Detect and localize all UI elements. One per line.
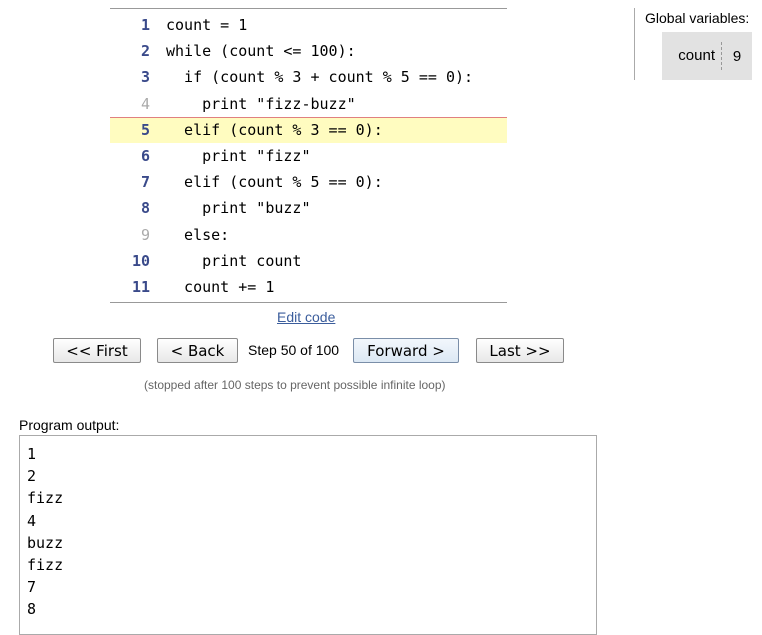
edit-code-link[interactable]: Edit code (277, 309, 335, 325)
code-line: 8 print "buzz" (110, 195, 507, 221)
globals-title: Global variables: (645, 10, 750, 26)
line-code: print count (166, 251, 302, 270)
forward-button[interactable]: Forward > (353, 338, 459, 363)
globals-panel: Global variables: count 9 (634, 8, 757, 80)
code-line: 4 print "fizz-buzz" (110, 91, 507, 117)
code-line: 2 while (count <= 100): (110, 38, 507, 64)
output-line: 2 (27, 467, 37, 486)
code-line: 6 print "fizz" (110, 143, 507, 169)
line-code: else: (166, 225, 230, 244)
code-line: 9 else: (110, 222, 507, 248)
code-line: 1 count = 1 (110, 12, 507, 38)
line-number: 2 (140, 42, 150, 61)
output-line: fizz (27, 489, 64, 508)
code-line: 3 if (count % 3 + count % 5 == 0): (110, 64, 507, 90)
line-number: 3 (140, 68, 150, 87)
code-line: 11 count += 1 (110, 274, 507, 300)
variable-entry: count 9 (662, 32, 752, 80)
line-number: 5 (140, 121, 150, 140)
line-code: count = 1 (166, 16, 248, 35)
current-code-line: 5 elif (count % 3 == 0): (110, 116, 507, 143)
line-code: elif (count % 3 == 0): (166, 121, 383, 140)
line-number: 4 (140, 94, 150, 113)
output-line: 8 (27, 600, 37, 619)
line-code: print "fizz" (166, 147, 311, 166)
line-number: 1 (140, 16, 150, 35)
output-line: 1 (27, 445, 37, 463)
line-number: 8 (140, 199, 150, 218)
line-number: 6 (140, 147, 150, 166)
program-output[interactable]: 1 2 fizz 4 buzz fizz 7 8 (19, 435, 597, 635)
line-code: while (count <= 100): (166, 42, 356, 61)
line-number: 9 (140, 225, 150, 244)
line-code: elif (count % 5 == 0): (166, 173, 383, 192)
line-number: 7 (140, 173, 150, 192)
back-button[interactable]: < Back (157, 338, 238, 363)
code-line: 7 elif (count % 5 == 0): (110, 169, 507, 195)
output-line: buzz (27, 533, 64, 552)
output-line: fizz (27, 555, 64, 574)
line-code: if (count % 3 + count % 5 == 0): (166, 68, 474, 87)
line-code: print "buzz" (166, 199, 311, 218)
last-button[interactable]: Last >> (476, 338, 564, 363)
code-line: 10 print count (110, 248, 507, 274)
variable-value: 9 (732, 47, 742, 65)
line-number: 10 (131, 251, 150, 270)
step-counter: Step 50 of 100 (248, 342, 340, 358)
line-number: 11 (131, 277, 150, 296)
output-label: Program output: (19, 417, 120, 433)
output-line: 4 (27, 511, 37, 530)
first-button[interactable]: << First (53, 338, 141, 363)
output-line: 7 (27, 578, 37, 597)
line-code: count += 1 (166, 277, 275, 296)
code-panel: 1 count = 1 2 while (count <= 100): 3 if (… (110, 8, 507, 304)
variable-name: count (662, 42, 722, 70)
stopped-note: (stopped after 100 steps to prevent poss… (144, 378, 446, 392)
line-code: print "fizz-buzz" (166, 94, 356, 113)
